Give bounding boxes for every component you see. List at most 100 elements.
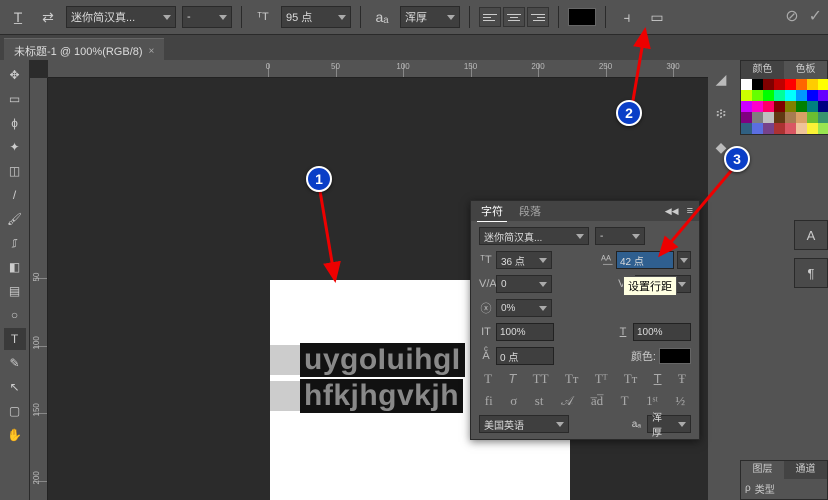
swatch[interactable] xyxy=(741,90,752,101)
wand-tool[interactable]: ✦ xyxy=(4,136,26,158)
type-tool[interactable]: T xyxy=(4,328,26,350)
swatch[interactable] xyxy=(774,101,785,112)
swatch[interactable] xyxy=(752,123,763,134)
panel-collapse-icon[interactable]: ◀◀ xyxy=(665,206,679,217)
swatch[interactable] xyxy=(818,112,828,123)
antialias-dropdown[interactable]: 浑厚 xyxy=(400,6,460,28)
move-tool[interactable]: ✥ xyxy=(4,64,26,86)
kerning-dropdown[interactable]: 0 xyxy=(496,275,552,293)
swatch[interactable] xyxy=(796,79,807,90)
brushes-icon[interactable]: ፨ xyxy=(710,102,732,124)
crop-tool[interactable]: ◫ xyxy=(4,160,26,182)
style-strike[interactable]: Ŧ xyxy=(678,371,686,387)
swatch[interactable] xyxy=(763,112,774,123)
character-panel-toggle[interactable]: ▭ xyxy=(645,5,669,29)
baseline-shift-input[interactable] xyxy=(496,347,554,365)
brush-tool[interactable]: 🖌 xyxy=(4,208,26,230)
text-line-1[interactable]: uygoIuihgI xyxy=(270,342,465,378)
swatch[interactable] xyxy=(752,112,763,123)
ot-titling[interactable]: a̅d̅ xyxy=(591,393,603,409)
stamp-tool[interactable]: ⎎ xyxy=(4,232,26,254)
style-smallcaps[interactable]: Tᴛ xyxy=(565,371,579,387)
swatch[interactable] xyxy=(774,112,785,123)
tab-swatches[interactable]: 色板 xyxy=(784,61,827,79)
swatch[interactable] xyxy=(796,123,807,134)
style-underline[interactable]: T xyxy=(654,371,662,387)
align-right-button[interactable] xyxy=(527,7,549,27)
style-italic[interactable]: T xyxy=(508,371,516,387)
ot-1st[interactable]: 1ˢᵗ xyxy=(646,393,658,409)
swatch[interactable] xyxy=(818,90,828,101)
style-bold[interactable]: T xyxy=(484,371,492,387)
blur-tool[interactable]: ○ xyxy=(4,304,26,326)
vscale-input[interactable] xyxy=(496,323,554,341)
text-orientation-toggle[interactable]: ⇄ xyxy=(36,5,60,29)
swatch[interactable] xyxy=(741,112,752,123)
tab-color[interactable]: 颜色 xyxy=(741,61,784,79)
close-icon[interactable]: × xyxy=(149,46,155,57)
cancel-icon[interactable]: ⊘ xyxy=(785,6,798,26)
side-tab-paragraph[interactable]: ¶ xyxy=(794,258,828,288)
text-line-2[interactable]: hfkjhgvkjh xyxy=(270,378,463,414)
tab-channels[interactable]: 通道 xyxy=(784,461,827,479)
eyedropper-tool[interactable]: / xyxy=(4,184,26,206)
cp-font-style-dropdown[interactable]: - xyxy=(595,227,645,245)
filter-icon[interactable]: ρ xyxy=(745,483,751,494)
warp-text-button[interactable]: ⫞ xyxy=(615,5,639,29)
path-tool[interactable]: ↖ xyxy=(4,376,26,398)
leading-input[interactable] xyxy=(616,251,674,269)
swatch[interactable] xyxy=(807,101,818,112)
cp-color-swatch[interactable] xyxy=(659,348,691,364)
language-dropdown[interactable]: 美国英语 xyxy=(479,415,569,433)
histogram-icon[interactable]: ◢ xyxy=(710,68,732,90)
swatch[interactable] xyxy=(752,101,763,112)
leading-dropdown-arrow[interactable] xyxy=(677,251,691,269)
marquee-tool[interactable]: ▭ xyxy=(4,88,26,110)
swatch[interactable] xyxy=(774,123,785,134)
swatch[interactable] xyxy=(763,90,774,101)
font-style-dropdown[interactable]: - xyxy=(182,6,232,28)
swatch[interactable] xyxy=(807,90,818,101)
align-center-button[interactable] xyxy=(503,7,525,27)
swatch[interactable] xyxy=(763,79,774,90)
swatch[interactable] xyxy=(818,101,828,112)
swatch[interactable] xyxy=(763,123,774,134)
panel-menu-icon[interactable]: ≡ xyxy=(687,205,693,217)
text-color-swatch[interactable] xyxy=(568,8,596,26)
style-allcaps[interactable]: TT xyxy=(533,371,549,387)
lasso-tool[interactable]: ɸ xyxy=(4,112,26,134)
side-tab-character[interactable]: A xyxy=(794,220,828,250)
tab-layers[interactable]: 图层 xyxy=(741,461,784,479)
align-left-button[interactable] xyxy=(479,7,501,27)
swatch[interactable] xyxy=(752,79,763,90)
swatch[interactable] xyxy=(785,101,796,112)
hand-tool[interactable]: ✋ xyxy=(4,424,26,446)
ot-ordinals[interactable]: T xyxy=(621,393,629,409)
swatch[interactable] xyxy=(785,112,796,123)
document-tab[interactable]: 未标题-1 @ 100%(RGB/8) × xyxy=(4,38,164,60)
swatch[interactable] xyxy=(796,101,807,112)
shape-tool[interactable]: ▢ xyxy=(4,400,26,422)
cp-antialias-dropdown[interactable]: 浑厚 xyxy=(647,415,691,433)
font-family-dropdown[interactable]: 迷你简汉真... xyxy=(66,6,176,28)
ot-swash[interactable]: 𝒜 xyxy=(561,393,573,409)
gradient-tool[interactable]: ▤ xyxy=(4,280,26,302)
ot-fi[interactable]: fi xyxy=(485,393,493,409)
swatch[interactable] xyxy=(807,123,818,134)
swatch-grid[interactable] xyxy=(741,79,827,134)
font-size-dropdown[interactable]: 95 点 xyxy=(281,6,351,28)
ot-sigma[interactable]: σ xyxy=(510,393,517,409)
ot-fraction[interactable]: ½ xyxy=(675,393,685,409)
tab-character[interactable]: 字符 xyxy=(477,201,507,222)
swatch[interactable] xyxy=(807,79,818,90)
tsume-dropdown[interactable]: 0% xyxy=(496,299,552,317)
swatch[interactable] xyxy=(785,79,796,90)
ot-st[interactable]: st xyxy=(535,393,544,409)
swatch[interactable] xyxy=(796,112,807,123)
swatch[interactable] xyxy=(818,123,828,134)
swatch[interactable] xyxy=(785,90,796,101)
swatch[interactable] xyxy=(741,123,752,134)
swatch[interactable] xyxy=(774,79,785,90)
swatch[interactable] xyxy=(796,90,807,101)
swatch[interactable] xyxy=(807,112,818,123)
